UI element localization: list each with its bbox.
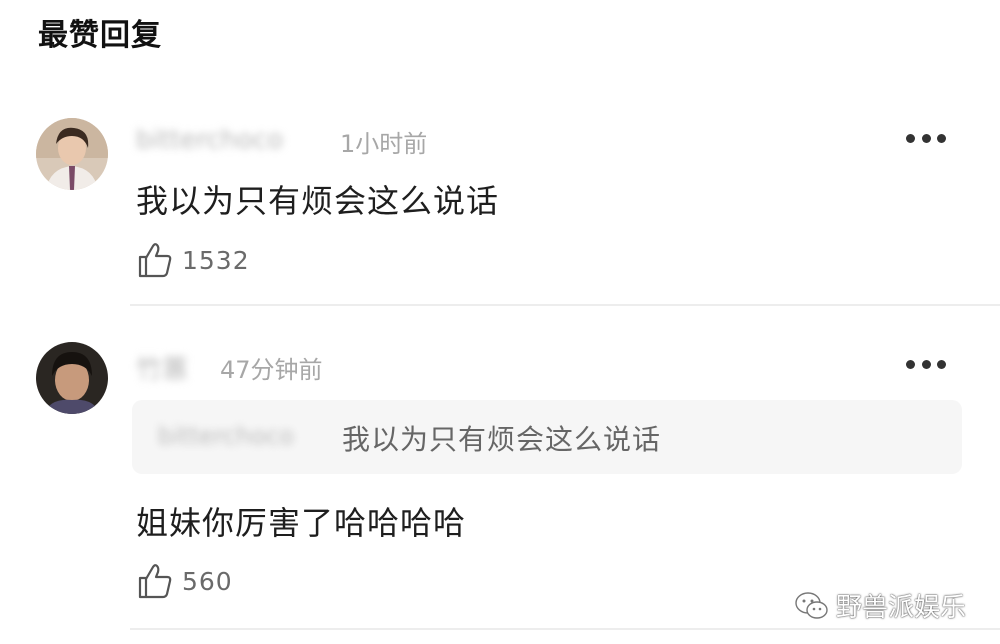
watermark: 野兽派娱乐 bbox=[794, 587, 966, 624]
more-icon[interactable] bbox=[906, 358, 946, 370]
quoted-reply[interactable]: bitterchoco 我以为只有烦会这么说话 bbox=[132, 400, 962, 474]
thumbs-up-icon bbox=[138, 243, 172, 278]
wechat-icon bbox=[795, 591, 828, 619]
like-count: 1532 bbox=[182, 245, 250, 275]
quote-text: 我以为只有烦会这么说话 bbox=[342, 423, 662, 456]
like-button[interactable]: 560 bbox=[136, 561, 233, 601]
like-button[interactable]: 1532 bbox=[136, 240, 250, 280]
section-title: 最赞回复 bbox=[38, 18, 162, 53]
avatar[interactable] bbox=[36, 342, 108, 414]
comment-text: 我以为只有烦会这么说话 bbox=[136, 182, 500, 220]
avatar[interactable] bbox=[36, 118, 108, 190]
divider bbox=[130, 304, 1000, 306]
divider bbox=[130, 628, 1000, 630]
comment-text: 姐妹你厉害了哈哈哈哈 bbox=[136, 504, 467, 542]
watermark-text: 野兽派娱乐 bbox=[835, 593, 966, 623]
like-count: 560 bbox=[182, 566, 233, 596]
quote-username: bitterchoco bbox=[158, 422, 294, 450]
more-icon[interactable] bbox=[906, 132, 946, 144]
timestamp: 1小时前 bbox=[340, 130, 428, 158]
username[interactable]: bitterchoco bbox=[136, 125, 283, 155]
timestamp: 47分钟前 bbox=[220, 356, 323, 384]
thumbs-up-icon bbox=[138, 564, 172, 599]
username[interactable]: 竹蕙 bbox=[136, 349, 188, 385]
